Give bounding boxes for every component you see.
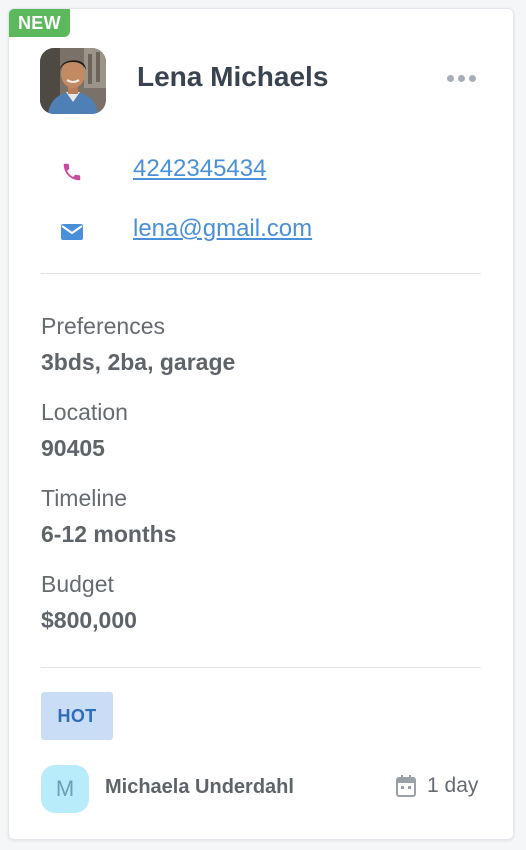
phone-icon bbox=[57, 157, 87, 187]
dot bbox=[458, 75, 465, 82]
more-options-icon[interactable] bbox=[447, 69, 487, 89]
assignee-avatar[interactable]: M bbox=[41, 765, 89, 813]
preferences-value: 3bds, 2ba, garage bbox=[41, 349, 236, 375]
due-text: 1 day bbox=[427, 774, 479, 797]
timeline-label: Timeline bbox=[41, 485, 128, 511]
new-badge: NEW bbox=[9, 9, 70, 37]
dot bbox=[447, 75, 454, 82]
budget-value: $800,000 bbox=[41, 607, 137, 633]
location-label: Location bbox=[41, 399, 128, 425]
avatar-photo-icon bbox=[40, 48, 106, 114]
email-icon bbox=[57, 217, 87, 247]
contact-avatar[interactable] bbox=[40, 48, 106, 114]
email-row: lena@gmail.com bbox=[57, 215, 312, 247]
divider bbox=[41, 273, 481, 274]
due-date: 1 day bbox=[395, 774, 478, 798]
phone-link[interactable]: 4242345434 bbox=[133, 155, 266, 183]
email-link[interactable]: lena@gmail.com bbox=[133, 215, 312, 243]
divider bbox=[41, 667, 481, 668]
location-value: 90405 bbox=[41, 435, 105, 461]
hot-tag[interactable]: HOT bbox=[41, 692, 113, 740]
dot bbox=[469, 75, 476, 82]
timeline-value: 6-12 months bbox=[41, 521, 177, 547]
preferences-label: Preferences bbox=[41, 313, 166, 339]
assignee-name: Michaela Underdahl bbox=[105, 776, 294, 798]
calendar-icon bbox=[396, 775, 416, 797]
contact-name: Lena Michaels bbox=[137, 61, 329, 92]
budget-label: Budget bbox=[41, 571, 114, 597]
phone-row: 4242345434 bbox=[57, 155, 266, 187]
lead-card[interactable]: NEW Lena Michaels 4242345434 lena@gmail.… bbox=[8, 8, 514, 840]
